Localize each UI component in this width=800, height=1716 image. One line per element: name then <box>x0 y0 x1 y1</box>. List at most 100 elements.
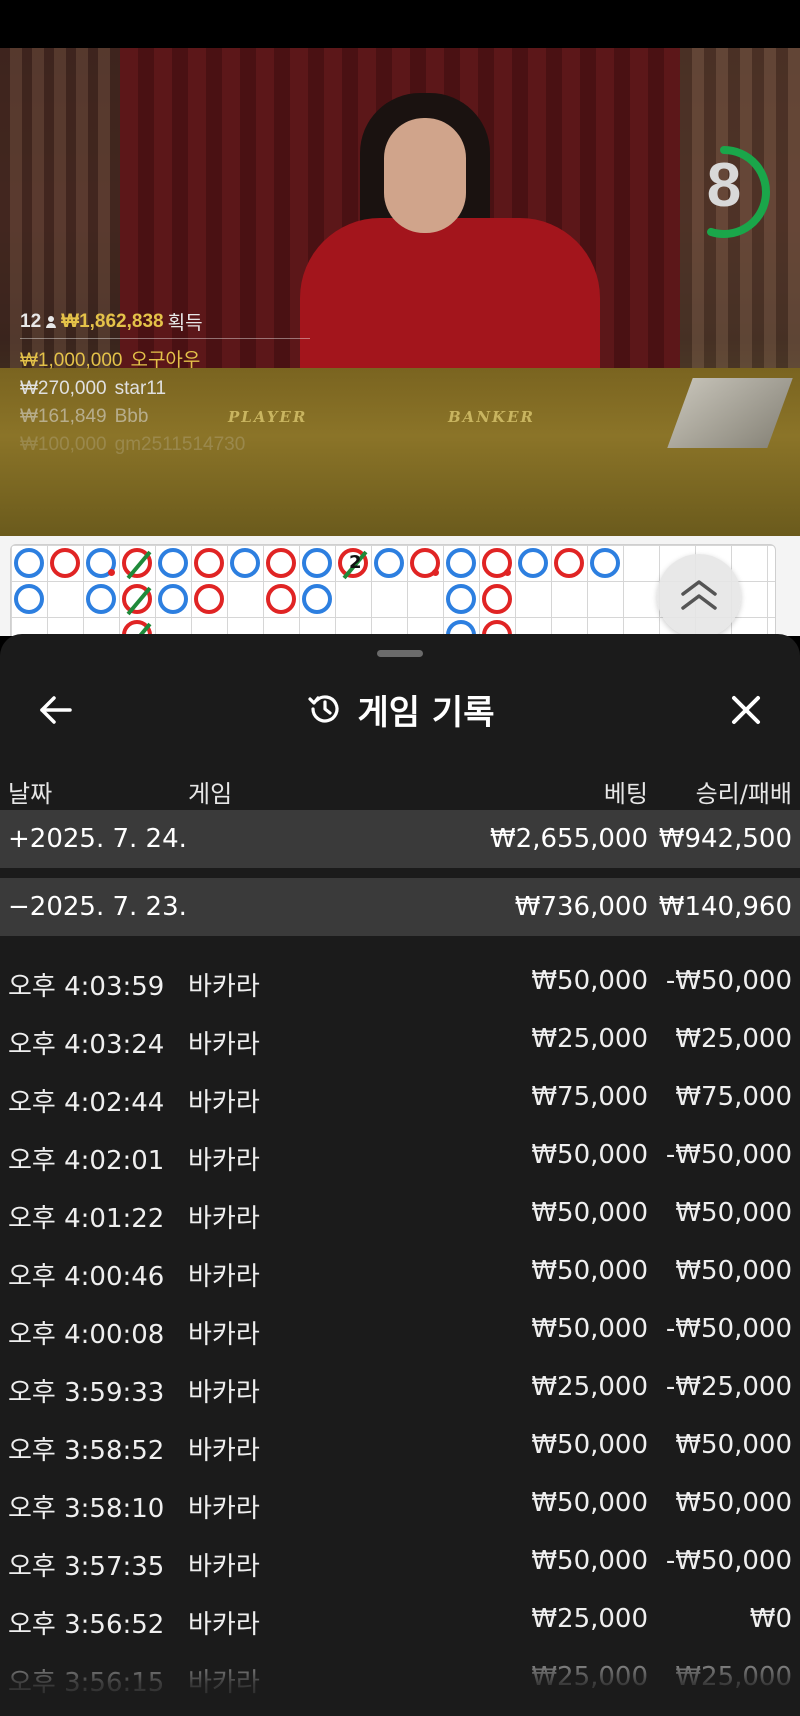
road-bead-banker <box>50 548 80 578</box>
game-time: 오후 4:02:01 <box>8 1146 165 1176</box>
game-row[interactable]: 오후 4:02:44 바카라 ₩75,000 ₩75,000 <box>0 1068 800 1126</box>
game-row[interactable]: 오후 3:58:10 바카라 ₩50,000 ₩50,000 <box>0 1474 800 1532</box>
column-header-game: 게임 <box>188 780 233 808</box>
winners-count: 12 <box>20 310 42 332</box>
table-header: 날짜 게임 베팅 승리/패배 <box>0 764 800 814</box>
game-row[interactable]: 오후 4:02:01 바카라 ₩50,000 -₩50,000 <box>0 1126 800 1184</box>
winner-row: ₩270,000 star11 <box>20 378 245 400</box>
road-bead-banker: 2 <box>338 548 368 580</box>
game-result: ₩50,000 <box>675 1256 792 1286</box>
pair-dot <box>432 569 439 576</box>
game-name: 바카라 <box>188 1320 260 1350</box>
game-time: 오후 4:02:44 <box>8 1088 165 1118</box>
winner-name: star11 <box>114 378 167 399</box>
game-row[interactable]: 오후 3:58:52 바카라 ₩50,000 ₩50,000 <box>0 1416 800 1474</box>
game-result: ₩50,000 <box>675 1430 792 1460</box>
close-icon <box>732 696 760 724</box>
game-name: 바카라 <box>188 1436 260 1466</box>
game-name: 바카라 <box>188 1146 260 1176</box>
game-time: 오후 4:00:46 <box>8 1262 165 1292</box>
winner-amount: ₩100,000 <box>20 434 107 455</box>
game-row[interactable]: 오후 3:57:35 바카라 ₩50,000 -₩50,000 <box>0 1532 800 1590</box>
day-date: +2025. 7. 24. <box>8 824 187 854</box>
pair-dot <box>108 569 115 576</box>
sheet-header: 게임 기록 <box>0 674 800 744</box>
road-bead-banker <box>194 584 224 614</box>
game-row[interactable]: 오후 4:03:24 바카라 ₩25,000 ₩25,000 <box>0 1010 800 1068</box>
game-name: 바카라 <box>188 1030 260 1060</box>
road-bead-banker <box>194 548 224 578</box>
winner-row: ₩1,000,000 오구아우 <box>20 345 245 372</box>
day-win-total: ₩942,500 <box>658 824 792 854</box>
game-name: 바카라 <box>188 972 260 1002</box>
game-bet: ₩50,000 <box>531 1140 648 1170</box>
winner-name: Bbb <box>114 406 149 427</box>
game-row[interactable]: 오후 4:01:22 바카라 ₩50,000 ₩50,000 <box>0 1184 800 1242</box>
history-icon <box>307 695 339 723</box>
road-bead-banker <box>122 548 152 580</box>
day-summary-row[interactable]: −2025. 7. 23. ₩736,000 ₩140,960 <box>0 878 800 936</box>
arrow-left-icon <box>40 696 72 724</box>
winner-amount: ₩1,000,000 <box>20 350 123 371</box>
sheet-title-wrap: 게임 기록 <box>0 674 800 744</box>
game-result: -₩50,000 <box>665 1546 792 1576</box>
table-label-banker: BANKER <box>448 408 535 426</box>
winner-name: gm2511514730 <box>114 434 246 455</box>
live-video: PLAYER BANKER 8 12 ₩1,862,838 획득 ₩1,000,… <box>0 48 800 536</box>
game-row[interactable]: 오후 4:00:46 바카라 ₩50,000 ₩50,000 <box>0 1242 800 1300</box>
game-time: 오후 3:59:33 <box>8 1378 165 1408</box>
road-bead-player <box>446 584 476 614</box>
game-time: 오후 4:03:24 <box>8 1030 165 1060</box>
winner-amount: ₩270,000 <box>20 378 107 399</box>
winner-amount: ₩161,849 <box>20 406 107 427</box>
game-time: 오후 3:58:52 <box>8 1436 165 1466</box>
column-header-date: 날짜 <box>8 780 53 808</box>
tie-slash <box>126 550 152 580</box>
tie-count: 2 <box>349 552 362 573</box>
column-header-result: 승리/패배 <box>695 780 792 808</box>
game-result: ₩50,000 <box>675 1198 792 1228</box>
winner-row: ₩100,000 gm2511514730 <box>20 434 245 456</box>
game-bet: ₩25,000 <box>531 1604 648 1634</box>
road-bead-banker <box>122 584 152 616</box>
road-bead-banker <box>482 548 512 578</box>
game-name: 바카라 <box>188 1088 260 1118</box>
game-row[interactable]: 오후 4:00:08 바카라 ₩50,000 -₩50,000 <box>0 1300 800 1358</box>
day-bet-total: ₩736,000 <box>514 892 648 922</box>
winner-name: 오구아우 <box>130 350 201 371</box>
game-row[interactable]: 오후 3:59:33 바카라 ₩25,000 -₩25,000 <box>0 1358 800 1416</box>
sheet-drag-handle[interactable] <box>377 650 423 657</box>
road-bead-banker <box>266 548 296 578</box>
game-row[interactable]: 오후 4:03:59 바카라 ₩50,000 -₩50,000 <box>0 952 800 1010</box>
tie-slash <box>126 586 152 616</box>
winners-divider <box>20 338 310 339</box>
road-bead-player <box>14 584 44 614</box>
countdown-timer: 8 <box>676 124 772 260</box>
game-bet: ₩50,000 <box>531 1546 648 1576</box>
day-win-total: ₩140,960 <box>658 892 792 922</box>
game-result: ₩50,000 <box>675 1488 792 1518</box>
list-fade <box>0 1636 800 1716</box>
game-bet: ₩25,000 <box>531 1024 648 1054</box>
winners-list: 12 ₩1,862,838 획득 ₩1,000,000 오구아우 ₩270,000… <box>20 308 310 462</box>
day-summary-row[interactable]: +2025. 7. 24. ₩2,655,000 ₩942,500 <box>0 810 800 868</box>
close-button[interactable] <box>726 690 766 730</box>
game-time: 오후 4:03:59 <box>8 972 165 1002</box>
game-result: -₩50,000 <box>665 1314 792 1344</box>
game-bet: ₩25,000 <box>531 1372 648 1402</box>
dealer-face <box>384 118 466 233</box>
game-result: -₩25,000 <box>665 1372 792 1402</box>
road-bead-player <box>230 548 260 578</box>
game-name: 바카라 <box>188 1378 260 1408</box>
game-result: ₩0 <box>749 1604 792 1634</box>
game-name: 바카라 <box>188 1552 260 1582</box>
game-result: ₩25,000 <box>675 1024 792 1054</box>
expand-button[interactable] <box>657 554 741 638</box>
road-bead-player <box>14 548 44 578</box>
game-bet: ₩50,000 <box>531 1256 648 1286</box>
game-time: 오후 4:01:22 <box>8 1204 165 1234</box>
road-bead-player <box>158 584 188 614</box>
road-bead-banker <box>554 548 584 578</box>
game-bet: ₩75,000 <box>531 1082 648 1112</box>
back-button[interactable] <box>36 690 76 730</box>
